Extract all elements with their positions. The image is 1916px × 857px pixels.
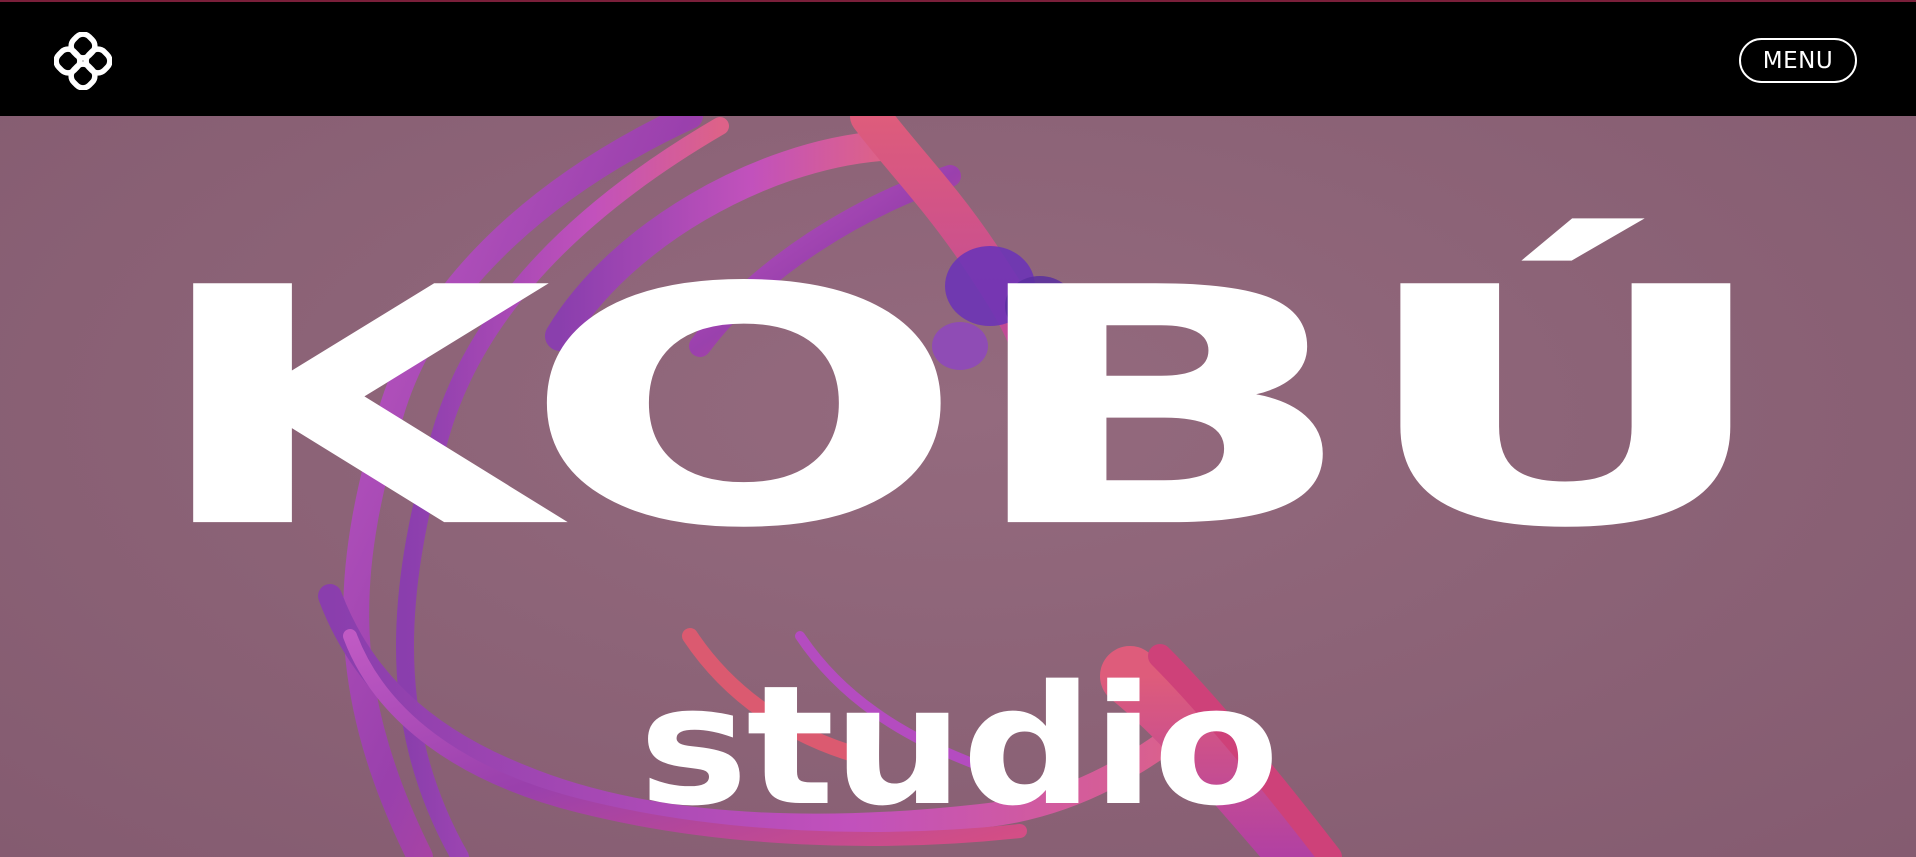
kobu-logo-icon[interactable] [53, 31, 113, 91]
brand-subtitle: studio [638, 650, 1279, 842]
logo-graphic [53, 31, 113, 91]
brand-title: KOBÚ [144, 218, 1779, 601]
site-header: MENU [0, 0, 1916, 116]
menu-button[interactable]: MENU [1739, 38, 1857, 83]
hero-section: KOBÚ studio [0, 116, 1916, 857]
